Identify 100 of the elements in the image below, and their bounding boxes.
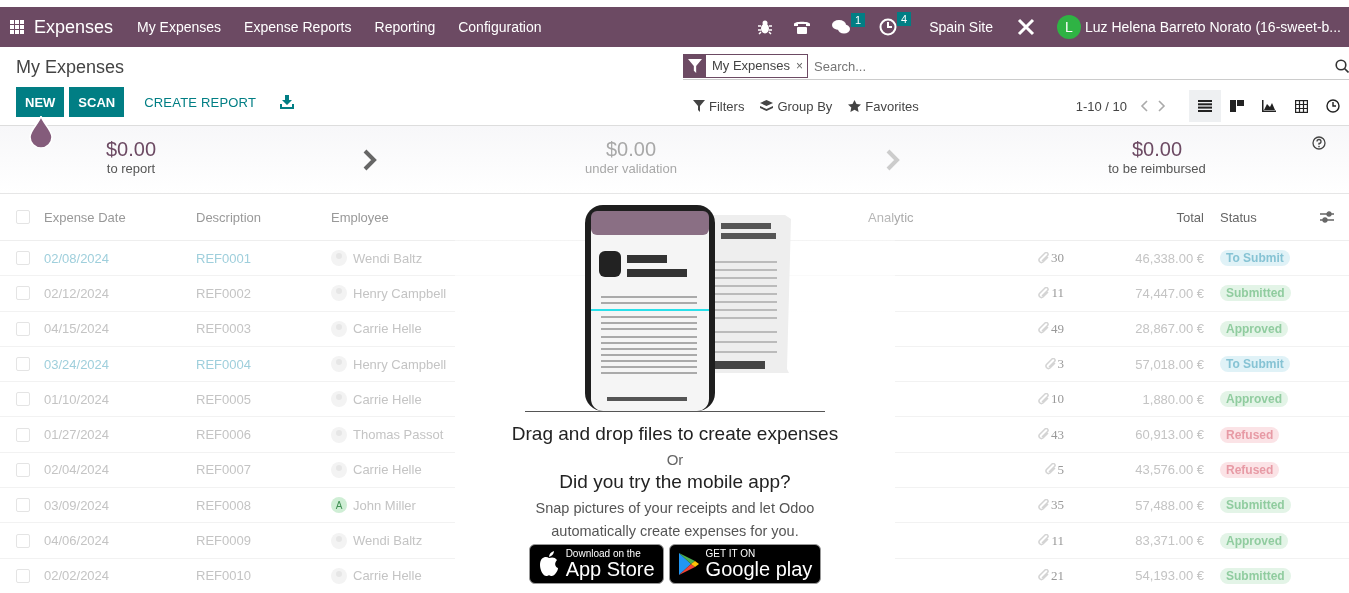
row-checkbox[interactable] — [16, 251, 30, 266]
row-checkbox[interactable] — [16, 392, 30, 407]
row-checkbox[interactable] — [16, 568, 30, 583]
employee-cell: Carrie Helle — [353, 462, 422, 478]
helper-title: Drag and drop files to create expenses — [511, 423, 839, 445]
helper-subtitle: Did you try the mobile app? — [559, 471, 791, 493]
store-badge-button[interactable]: GET IT ON Google play — [668, 544, 822, 584]
search-facet[interactable]: My Expenses × — [683, 54, 809, 78]
bug-icon[interactable] — [757, 19, 774, 35]
play-store-icon — [677, 552, 700, 576]
apps-menu-icon[interactable] — [10, 20, 24, 34]
stage-amount: $0.00 — [605, 138, 657, 161]
user-name[interactable]: Luz Helena Barreto Norato (16-sweet-b... — [1085, 19, 1341, 35]
stage-label: under validation — [585, 161, 677, 176]
chat-icon[interactable] — [831, 19, 852, 35]
total-cell: 83,371.00 € — [1135, 533, 1204, 548]
total-cell: 46,338.00 € — [1135, 250, 1204, 266]
employee-cell: Carrie Helle — [353, 321, 422, 337]
help-icon[interactable] — [1312, 136, 1326, 150]
apple-icon — [537, 551, 560, 577]
employee-avatar: A — [331, 497, 347, 514]
chevron-right-icon — [886, 148, 900, 171]
column-header[interactable]: Status — [1220, 209, 1257, 225]
description-cell: REF0003 — [196, 321, 251, 337]
attachment-count: 35 — [1038, 497, 1072, 514]
helper-text: Snap pictures of your receipts and let Odoo automatically create expenses for you. — [534, 499, 816, 541]
search-option-button[interactable]: Favorites — [848, 98, 919, 114]
date-cell: 02/04/2024 — [44, 462, 110, 478]
company-switcher[interactable]: Spain Site — [929, 19, 993, 35]
date-cell: 01/10/2024 — [44, 391, 110, 407]
column-settings-icon[interactable] — [1320, 211, 1334, 223]
employee-cell: John Miller — [353, 497, 416, 513]
action-button[interactable]: SCAN — [69, 87, 125, 117]
tour-pointer-icon[interactable] — [29, 116, 53, 148]
attachment-count: 43 — [1038, 426, 1072, 443]
row-checkbox[interactable] — [16, 498, 30, 513]
menu-item[interactable]: Configuration — [458, 19, 542, 35]
attachment-count: 5 — [1044, 461, 1072, 478]
menu-item[interactable]: Expense Reports — [244, 19, 352, 35]
description-cell: REF0006 — [196, 427, 251, 443]
attachment-count: 21 — [1038, 567, 1072, 584]
date-cell: 03/24/2024 — [44, 356, 110, 372]
avatar-icon — [331, 532, 347, 549]
remove-facet-button[interactable]: × — [796, 55, 808, 77]
status-tag: To Submit — [1220, 250, 1290, 267]
status-tag: Refused — [1220, 426, 1280, 443]
total-cell: 43,576.00 € — [1135, 462, 1204, 478]
date-cell: 02/02/2024 — [44, 568, 110, 584]
row-checkbox[interactable] — [16, 533, 30, 548]
employee-cell: Wendi Baltz — [353, 250, 423, 266]
search-icon[interactable] — [1335, 59, 1349, 73]
row-checkbox[interactable] — [16, 357, 30, 372]
description-cell: REF0002 — [196, 285, 251, 301]
app-name[interactable]: Expenses — [34, 16, 114, 38]
phone-icon[interactable] — [793, 19, 812, 35]
create-report-link[interactable]: CREATE REPORT — [135, 87, 266, 117]
total-cell: 57,018.00 € — [1135, 356, 1204, 372]
download-icon[interactable] — [280, 95, 295, 109]
description-cell: REF0005 — [196, 391, 251, 407]
employee-cell: Wendi Baltz — [353, 533, 423, 548]
status-tag: To Submit — [1220, 356, 1290, 373]
search-option-button[interactable]: Filters — [693, 98, 745, 114]
row-checkbox[interactable] — [16, 321, 30, 336]
search-option-button[interactable]: Group By — [760, 98, 833, 114]
status-tag: Submitted — [1220, 567, 1291, 584]
description-cell: REF0008 — [196, 497, 251, 513]
chart-view-icon — [1262, 100, 1276, 112]
activity-count-badge: 4 — [897, 12, 912, 26]
row-checkbox[interactable] — [16, 462, 30, 477]
page-title: My Expenses — [16, 56, 126, 79]
filter-icon — [693, 100, 705, 112]
select-all-checkbox[interactable] — [16, 210, 30, 224]
date-cell: 02/12/2024 — [44, 285, 110, 301]
description-cell: REF0009 — [196, 533, 251, 548]
clock-view-icon — [1326, 99, 1340, 113]
description-cell: REF0007 — [196, 462, 251, 478]
date-cell: 04/15/2024 — [44, 321, 110, 337]
stage-amount: $0.00 — [1131, 138, 1183, 161]
action-button[interactable]: NEW — [16, 87, 65, 117]
store-badge-button[interactable]: Download on the App Store — [528, 544, 664, 584]
menu-item[interactable]: My Expenses — [137, 19, 222, 35]
avatar-icon — [331, 250, 347, 267]
list-view-icon — [1198, 100, 1212, 112]
total-cell: 54,193.00 € — [1135, 568, 1204, 584]
avatar-icon — [331, 426, 347, 443]
status-tag: Refused — [1220, 461, 1280, 478]
status-tag: Approved — [1220, 532, 1288, 549]
employee-cell: Henry Campbell — [353, 356, 447, 372]
attachment-count: 3 — [1044, 356, 1072, 373]
column-header[interactable]: Total — [1176, 209, 1204, 225]
star-icon — [848, 100, 862, 112]
menu-item[interactable]: Reporting — [374, 19, 436, 35]
pager-value: 1-10 / 10 — [1075, 98, 1127, 114]
avatar-icon — [331, 461, 347, 478]
row-checkbox[interactable] — [16, 286, 30, 301]
employee-cell: Carrie Helle — [353, 391, 422, 407]
clock-icon[interactable] — [879, 18, 898, 36]
row-checkbox[interactable] — [16, 427, 30, 442]
view-switch-button[interactable] — [1189, 90, 1221, 122]
avatar-icon — [331, 356, 347, 373]
